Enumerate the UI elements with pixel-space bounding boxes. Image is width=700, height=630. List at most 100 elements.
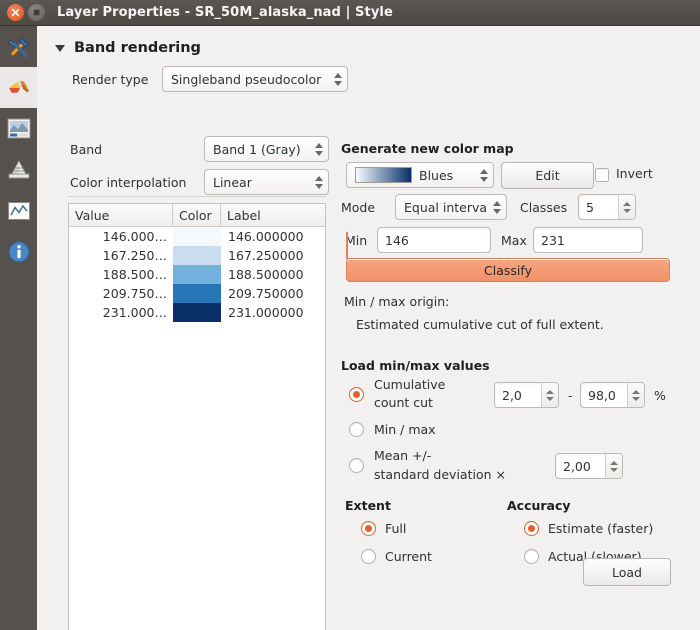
min-max-radio[interactable] — [349, 422, 364, 437]
chevron-updown-icon — [332, 70, 343, 88]
min-max-origin-label: Min / max origin: — [344, 294, 449, 309]
cell-value[interactable]: 209.750… — [69, 284, 173, 303]
cell-value[interactable]: 167.250… — [69, 246, 173, 265]
classes-stepper[interactable] — [618, 195, 635, 219]
load-button[interactable]: Load — [583, 558, 671, 586]
hammer-wrench-icon — [6, 34, 32, 60]
cumulative-high-stepper[interactable] — [627, 383, 644, 407]
cell-value[interactable]: 146.000… — [69, 227, 173, 246]
column-header-value[interactable]: Value — [69, 204, 173, 227]
extent-current-radio[interactable] — [361, 549, 376, 564]
table-row[interactable]: 231.000… 231.000000 — [69, 303, 325, 322]
accuracy-actual-radio[interactable] — [524, 549, 539, 564]
color-interpolation-combo[interactable]: Linear — [204, 169, 329, 195]
column-header-label[interactable]: Label — [221, 204, 325, 227]
maximize-icon — [32, 8, 41, 17]
range-dash: - — [568, 388, 573, 403]
percent-symbol: % — [654, 388, 666, 403]
band-combo[interactable]: Band 1 (Gray) — [204, 136, 329, 162]
invert-label: Invert — [616, 166, 653, 181]
color-ramp-combo[interactable]: Blues — [346, 162, 494, 188]
mode-label: Mode — [341, 200, 375, 215]
cell-color[interactable] — [173, 303, 221, 322]
cell-value[interactable]: 188.500… — [69, 265, 173, 284]
close-icon — [11, 8, 20, 17]
render-type-label: Render type — [72, 72, 148, 87]
color-swatch — [173, 227, 221, 246]
sidebar-item-metadata[interactable] — [0, 231, 37, 272]
cell-color[interactable] — [173, 227, 221, 246]
sidebar-item-style[interactable] — [0, 67, 37, 108]
band-rendering-header[interactable]: Band rendering — [55, 40, 201, 56]
table-row[interactable]: 209.750… 209.750000 — [69, 284, 325, 303]
stddev-spinbox[interactable]: 2,00 — [555, 453, 623, 479]
color-ramp-swatch — [355, 167, 412, 183]
cumulative-count-cut-radio[interactable] — [349, 387, 364, 402]
table-row[interactable]: 146.000… 146.000000 — [69, 227, 325, 246]
chevron-updown-icon — [491, 198, 502, 216]
section-title: Band rendering — [74, 40, 201, 56]
load-minmax-title: Load min/max values — [341, 358, 490, 373]
color-swatch — [173, 265, 221, 284]
style-panel: Band rendering Render type Singleband ps… — [37, 26, 700, 630]
paintbrush-icon — [6, 75, 32, 101]
cumulative-low-stepper[interactable] — [541, 383, 558, 407]
cumulative-count-cut-label-line1: Cumulative — [374, 377, 445, 392]
invert-checkbox[interactable] — [595, 168, 609, 182]
table-body: 146.000…146.000000167.250…167.250000188.… — [69, 227, 325, 322]
cell-label[interactable]: 231.000000 — [221, 303, 325, 322]
cell-color[interactable] — [173, 284, 221, 303]
accuracy-title: Accuracy — [507, 498, 571, 513]
cell-label[interactable]: 209.750000 — [221, 284, 325, 303]
render-type-combo[interactable]: Singleband pseudocolor — [162, 66, 348, 92]
sidebar-item-histogram[interactable] — [0, 190, 37, 231]
color-swatch — [173, 284, 221, 303]
stddev-label-line2: standard deviation × — [374, 467, 506, 482]
mode-combo[interactable]: Equal interval — [395, 194, 507, 220]
sidebar-item-general[interactable] — [0, 26, 37, 67]
cell-label[interactable]: 167.250000 — [221, 246, 325, 265]
cell-color[interactable] — [173, 265, 221, 284]
colormap-table[interactable]: Value Color Label 146.000…146.000000167.… — [68, 203, 326, 630]
maximize-button[interactable] — [28, 4, 45, 21]
classify-button[interactable]: Classify — [346, 258, 670, 282]
cumulative-high-spinbox[interactable]: 98,0 — [580, 382, 645, 408]
sidebar-item-transparency[interactable] — [0, 108, 37, 149]
cell-color[interactable] — [173, 246, 221, 265]
extent-full-radio[interactable] — [361, 521, 376, 536]
edit-ramp-button[interactable]: Edit — [501, 162, 594, 189]
stddev-value: 2,00 — [556, 459, 605, 474]
cell-label[interactable]: 146.000000 — [221, 227, 325, 246]
cell-value[interactable]: 231.000… — [69, 303, 173, 322]
cell-label[interactable]: 188.500000 — [221, 265, 325, 284]
table-row[interactable]: 188.500… 188.500000 — [69, 265, 325, 284]
color-interpolation-value: Linear — [213, 175, 308, 190]
min-value: 146 — [385, 233, 409, 248]
cumulative-low-spinbox[interactable]: 2,0 — [494, 382, 559, 408]
max-label: Max — [501, 233, 527, 248]
stddev-stepper[interactable] — [605, 454, 622, 478]
min-input[interactable]: 146 — [377, 227, 491, 253]
extent-title: Extent — [345, 498, 391, 513]
chevron-updown-icon — [313, 140, 324, 158]
sidebar — [0, 26, 37, 630]
layer-properties-dialog: Layer Properties - SR_50M_alaska_nad | S… — [0, 0, 700, 630]
cumulative-low-value: 2,0 — [495, 388, 541, 403]
band-label: Band — [70, 142, 102, 157]
accuracy-estimate-radio[interactable] — [524, 521, 539, 536]
table-row[interactable]: 167.250… 167.250000 — [69, 246, 325, 265]
min-max-origin-value: Estimated cumulative cut of full extent. — [356, 317, 604, 332]
mode-value: Equal interval — [404, 200, 486, 215]
color-interpolation-label: Color interpolation — [70, 175, 186, 190]
max-input[interactable]: 231 — [533, 227, 643, 253]
collapse-triangle-icon[interactable] — [55, 45, 65, 52]
min-label: Min — [345, 233, 367, 248]
chevron-updown-icon — [313, 173, 324, 191]
title-bar: Layer Properties - SR_50M_alaska_nad | S… — [0, 0, 700, 26]
sidebar-item-pyramids[interactable] — [0, 149, 37, 190]
classes-spinbox[interactable]: 5 — [578, 194, 636, 220]
stddev-radio[interactable] — [349, 458, 364, 473]
column-header-color[interactable]: Color — [173, 204, 221, 227]
close-button[interactable] — [7, 4, 24, 21]
info-icon — [6, 239, 32, 265]
